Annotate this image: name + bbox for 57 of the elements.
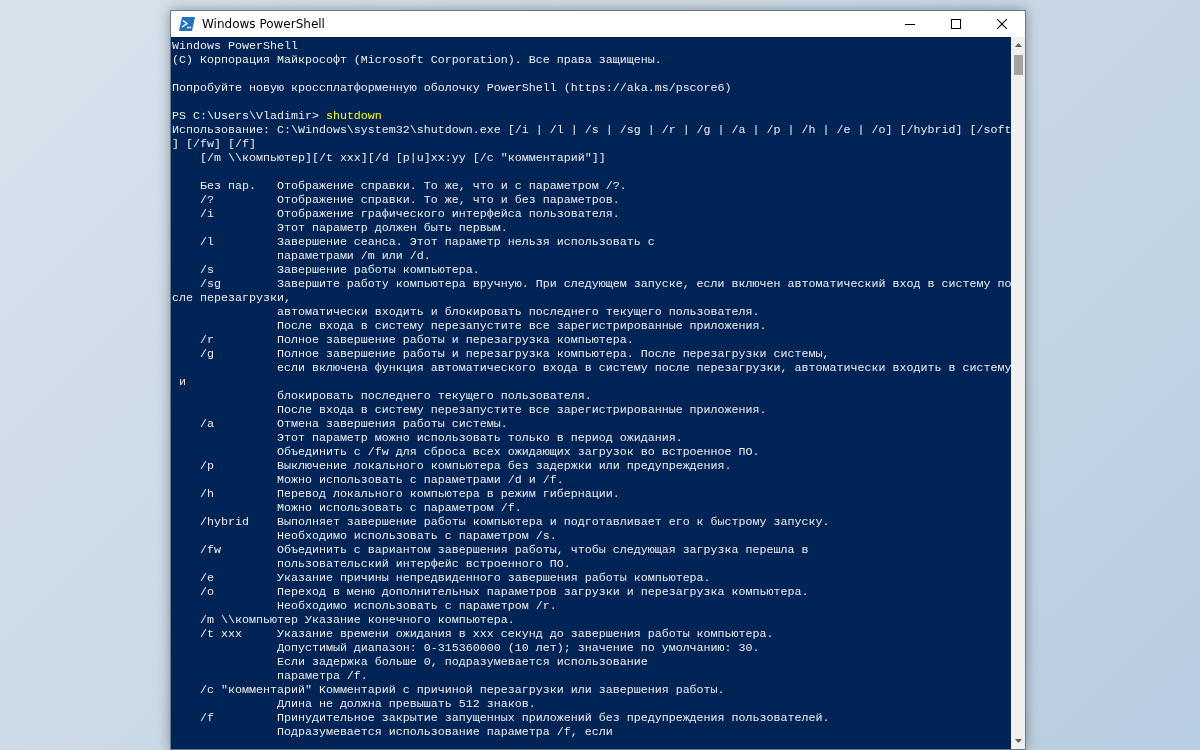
console-line: и: [178, 375, 187, 389]
powershell-icon: [179, 17, 195, 31]
console-line: /? Отображение справки. То же, что и без параметров.: [198, 193, 621, 207]
console-line: параметра /f.: [275, 669, 369, 683]
console-line: если включена функция автоматического входа в систему после перезагрузки, автоматически входить в систему: [275, 361, 1011, 375]
scroll-up-icon: [1014, 43, 1022, 47]
console-line: /o Переход в меню дополнительных параметров загрузки и перезагрузка компьютера.: [198, 585, 810, 599]
console-line: Попробуйте новую кроссплатформенную оболочку PowerShell (https://aka.ms/pscore6): [172, 81, 733, 95]
console-line: /c "комментарий" Комментарий с причиной перезагрузки или завершения работы.: [198, 683, 726, 697]
console-line: параметрами /m или /d.: [275, 249, 432, 263]
scroll-down-icon: [1014, 739, 1022, 743]
console-line: блокировать последнего текущего пользователя.: [275, 389, 593, 403]
console-line: Объединить с /fw для сброса всех ожидающих загрузок во встроенное ПО.: [275, 445, 761, 459]
console-line: сле перезагрузки,: [172, 291, 292, 305]
console-line: /h Перевод локального компьютера в режим гибернации.: [198, 487, 621, 501]
console-line: автоматически входить и блокировать последнего текущего пользователя.: [275, 305, 761, 319]
console-line: Можно использовать с параметром /f.: [275, 501, 523, 515]
console-line: Длина не должна превышать 512 знаков.: [275, 697, 537, 711]
console-line: /p Выключение локального компьютера без задержки или предупреждения.: [198, 459, 733, 473]
window-title: Windows PowerShell: [202, 16, 325, 33]
console-line: /r Полное завершение работы и перезагрузка компьютера.: [198, 333, 635, 347]
close-icon: [997, 19, 1007, 29]
console-line: /a Отмена завершения работы системы.: [198, 417, 509, 431]
console-line: Необходимо использовать с параметром /s.: [275, 529, 558, 543]
console-line: /m \\компьютер Указание конечного компьютера.: [198, 613, 516, 627]
console-line: Подразумевается использование параметра /f, если: [275, 725, 614, 739]
console-line: /fw Объединить с вариантом завершения работы, чтобы следующая загрузка перешла в: [198, 543, 810, 557]
console-line: После входа в систему перезапустите все зарегистрированные приложения.: [275, 319, 768, 333]
console-line: Необходимо использовать с параметром /r.: [275, 599, 558, 613]
console-line: /hybrid Выполняет завершение работы компьютера и подготавливает его к быстрому запуску.: [198, 515, 831, 529]
console-line: ] [/fw] [/f]: [172, 137, 257, 151]
console-line: Допустимый диапазон: 0-315360000 (10 лет); значение по умолчанию: 30.: [275, 641, 761, 655]
maximize-icon: [951, 19, 961, 29]
console-line: /l Завершение сеанса. Этот параметр нельзя использовать с: [198, 235, 656, 249]
console-prompt: PS C:\Users\Vladimir>: [172, 109, 320, 123]
console-line: /t xxx Указание времени ожидания в xxx секунд до завершения работы компьютера.: [198, 627, 775, 641]
console-line: Windows PowerShell: [172, 39, 299, 53]
console-line: /g Полное завершение работы и перезагрузка компьютера. После перезагрузки системы,: [198, 347, 831, 361]
console-line: /f Принудительное закрытие запущенных приложений без предупреждения пользователей.: [198, 711, 831, 725]
console-line: Этот параметр должен быть первым.: [275, 221, 509, 235]
console-line: /sg Завершите работу компьютера вручную. При следующем запуске, если включен автоматический вход в систему по: [198, 277, 1011, 291]
console-line: После входа в систему перезапустите все зарегистрированные приложения.: [275, 403, 768, 417]
scrollbar[interactable]: [1011, 37, 1025, 749]
console-line: [/m \\компьютер][/t xxx][/d [p|u]xx:yy [/c "комментарий"]]: [198, 151, 607, 165]
console-line: /i Отображение графического интерфейса пользователя.: [198, 207, 621, 221]
console-line: Без пар. Отображение справки. То же, что и с параметром /?.: [198, 179, 628, 193]
console-line: Использование: C:\Windows\system32\shutdown.exe [/i | /l | /s | /sg | /r | /g | /a | /p | /h | /e | /o] [/hybrid] [/soft: [172, 123, 1011, 137]
console-line: /e Указание причины непредвиденного завершения работы компьютера.: [198, 571, 712, 585]
console-command: shutdown: [325, 109, 382, 123]
minimize-icon: [905, 23, 915, 25]
console-line: Если задержка больше 0, подразумевается использование: [275, 655, 649, 669]
console-line: пользовательский интерфейс встроенного ПО.: [275, 557, 572, 571]
console-line: (C) Корпорация Майкрософт (Microsoft Corporation). Все права защищены.: [172, 53, 663, 67]
console-line: Можно использовать с параметрами /d и /f.: [275, 473, 565, 487]
scrollbar-thumb[interactable]: [1013, 55, 1023, 75]
console-line: Этот параметр можно использовать только в период ожидания.: [275, 431, 684, 445]
console-line: /s Завершение работы компьютера.: [198, 263, 481, 277]
